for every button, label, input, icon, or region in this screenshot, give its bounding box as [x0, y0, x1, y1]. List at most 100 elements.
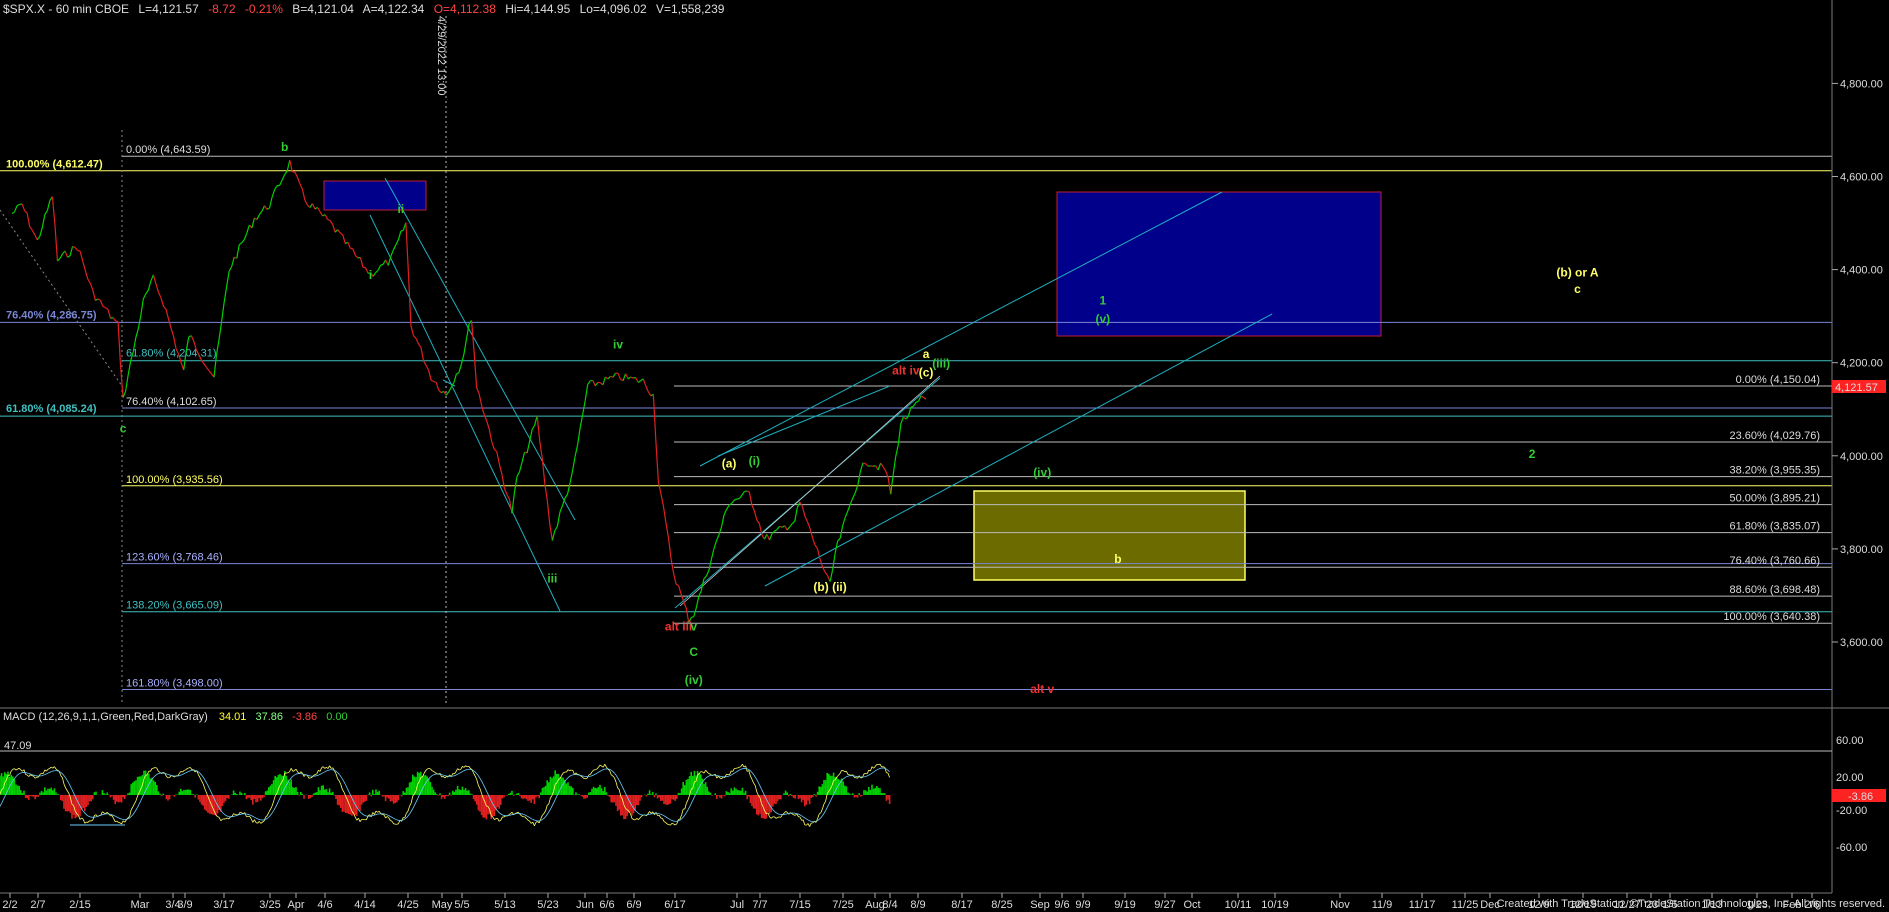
- x-tick-label: 2/15: [69, 899, 90, 911]
- x-tick-label: 6/6: [599, 899, 614, 911]
- fib-label: 61.80% (4,085.24): [6, 403, 97, 415]
- macd-signal-seg: [236, 814, 239, 816]
- macd-level-label: 47.09: [4, 740, 32, 752]
- macd-signal-seg: [27, 772, 29, 774]
- price-segment: [350, 247, 354, 250]
- x-tick-label: May: [432, 899, 453, 911]
- x-tick-label: Apr: [287, 899, 304, 911]
- macd-signal-seg: [727, 775, 730, 777]
- x-tick-label: 9/27: [1154, 899, 1175, 911]
- x-tick-label: 10/11: [1225, 899, 1252, 911]
- macd-axis-20: 20.00: [1836, 772, 1864, 784]
- macd-signal-seg: [28, 773, 31, 775]
- wave-label: alt v: [1030, 682, 1054, 696]
- wave-label: i: [369, 268, 372, 282]
- fib-label: 61.80% (4,204.31): [126, 348, 217, 360]
- wave-label: (iv): [685, 673, 703, 687]
- price-chart[interactable]: 0.00% (4,643.59) 100.00% (4,612.47) 76.40%…: [0, 0, 1889, 912]
- macd-signal-seg: [603, 768, 605, 771]
- wave-label: (b) or A: [1556, 266, 1599, 280]
- x-tick-label: 11/25: [1452, 899, 1479, 911]
- macd-signal-seg: [126, 818, 129, 820]
- x-tick-label: 6/17: [664, 899, 685, 911]
- x-tick-label: 2/2: [2, 899, 17, 911]
- macd-signal-seg: [433, 773, 436, 776]
- wave-label: ii: [398, 202, 405, 216]
- wave-label: c: [120, 422, 127, 436]
- macd-signal-seg: [179, 774, 181, 777]
- wave-label: iii: [547, 571, 557, 585]
- high-price: Hi=4,144.95: [505, 2, 570, 16]
- macd-axis-60: 60.00: [1836, 735, 1864, 747]
- x-tick-label: 5/5: [454, 899, 469, 911]
- fib-label: 23.60% (4,029.76): [1729, 430, 1820, 442]
- macd-signal-seg: [169, 774, 172, 776]
- wave-label: (a): [722, 456, 737, 470]
- fib-label: 38.20% (3,955.35): [1729, 465, 1820, 477]
- chart-background: [0, 0, 1889, 912]
- x-tick-label: Sep: [1030, 899, 1050, 911]
- wave-label: (c): [919, 366, 934, 380]
- x-tick-label: Jun: [576, 899, 594, 911]
- macd-line-seg: [103, 812, 106, 814]
- y-tick-label: 3,800.00: [1840, 544, 1883, 556]
- macd-signal-seg: [31, 774, 34, 776]
- wave-label: alt iv: [892, 363, 920, 377]
- wave-label: 1: [1099, 294, 1106, 308]
- y-tick-label: 4,200.00: [1840, 358, 1883, 370]
- macd-signal-seg: [332, 769, 335, 771]
- price-segment: [691, 616, 694, 619]
- x-tick-label: Nov: [1330, 899, 1350, 911]
- y-tick-label: 4,800.00: [1840, 78, 1883, 90]
- macd-signal-seg: [659, 813, 661, 815]
- x-tick-label: 11/17: [1409, 899, 1436, 911]
- macd-signal-seg: [30, 773, 33, 776]
- macd-signal-seg: [99, 814, 101, 817]
- wave-label: C: [689, 645, 698, 659]
- macd-signal-seg: [865, 775, 868, 777]
- macd-axis-neg60: -60.00: [1836, 842, 1867, 854]
- x-tick-label: 4/6: [317, 899, 332, 911]
- macd-signal-seg: [571, 774, 573, 776]
- x-tick-label: 4/25: [397, 899, 418, 911]
- fib-label: 0.00% (4,643.59): [126, 144, 210, 156]
- x-tick-label: 9/9: [1075, 899, 1090, 911]
- x-tick-label: 5/13: [494, 899, 515, 911]
- fib-label: 100.00% (3,640.38): [1723, 611, 1820, 623]
- macd-signal-seg: [364, 815, 367, 817]
- x-tick-label: 7/7: [752, 899, 767, 911]
- macd-signal-seg: [316, 774, 319, 777]
- macd-signal-seg: [100, 814, 103, 816]
- price-segment: [744, 490, 747, 493]
- x-tick-label: 7/15: [789, 899, 810, 911]
- fib-label: 138.20% (3,665.09): [126, 600, 223, 612]
- footer-credit: Created with TradeStation. ©TradeStation…: [1497, 898, 1885, 910]
- wave-label: a: [923, 347, 930, 361]
- macd-signal-seg: [502, 814, 505, 816]
- macd-title: MACD (12,26,9,1,1,Green,Red,DarkGray): [3, 711, 208, 723]
- macd-line-seg: [153, 767, 156, 769]
- volume: V=1,558,239: [656, 2, 725, 16]
- y-tick-label: 4,000.00: [1840, 451, 1883, 463]
- macd-signal-seg: [740, 768, 743, 770]
- macd-line-seg: [739, 766, 741, 768]
- macd-value: 34.01: [219, 711, 247, 723]
- macd-signal-seg: [796, 813, 799, 815]
- wave-label: b: [281, 140, 288, 154]
- x-tick-label: 5/23: [537, 899, 558, 911]
- x-tick-label: Jul: [730, 899, 744, 911]
- x-tick-label: Oct: [1183, 899, 1200, 911]
- price-segment: [910, 405, 914, 408]
- ask-price: A=4,122.34: [363, 2, 425, 16]
- symbol-label: $SPX.X - 60 min CBOE: [3, 2, 129, 16]
- macd-signal-seg: [671, 820, 674, 822]
- last-price: L=4,121.57: [138, 2, 199, 16]
- pct-change: -0.21%: [245, 2, 283, 16]
- fib-label: 123.60% (3,768.46): [126, 552, 223, 564]
- macd-axis-neg20: -20.00: [1836, 805, 1867, 817]
- macd-signal-seg: [708, 775, 711, 777]
- macd-line-seg: [694, 780, 697, 783]
- macd-signal-seg: [385, 813, 388, 816]
- wave-label: iv: [613, 338, 623, 352]
- x-tick-label: 3/25: [259, 899, 280, 911]
